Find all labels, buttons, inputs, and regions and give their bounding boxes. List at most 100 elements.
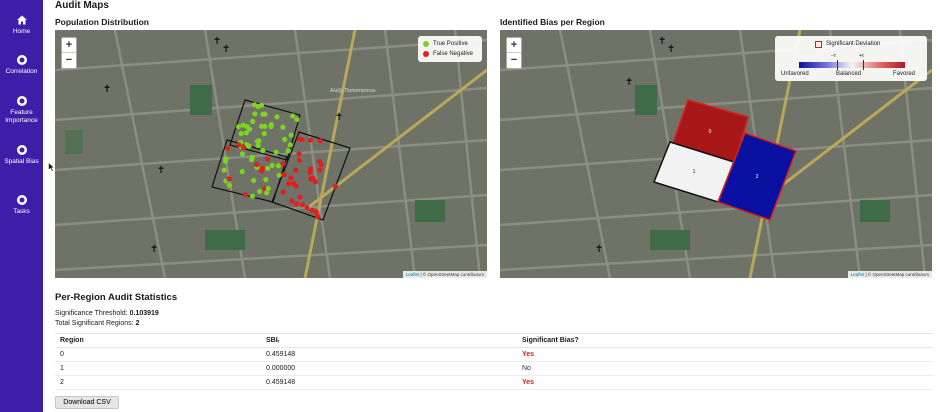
population-point (249, 154, 255, 160)
main-content: Audit Maps Population Distribution ✝ ✝ ✝… (55, 0, 935, 412)
population-point (239, 169, 245, 175)
population-point (241, 144, 247, 151)
population-point (297, 194, 303, 200)
threshold-line: Significance Threshold: 0.103919 (55, 310, 159, 317)
sbi-cell: 0.459148 (261, 347, 517, 362)
threshold-value: 0.103919 (129, 310, 159, 317)
significant-deviation-swatch (815, 41, 822, 48)
sidebar-item-tasks[interactable]: Tasks (0, 194, 43, 216)
correlation-icon (16, 55, 27, 65)
population-point (318, 162, 324, 168)
population-point (263, 177, 269, 183)
population-point (257, 188, 263, 194)
sidebar-item-label: Home (12, 28, 31, 35)
stats-title: Per-Region Audit Statistics (55, 292, 178, 303)
zoom-control: + − (506, 37, 522, 69)
population-point (308, 166, 314, 172)
false-negative-swatch (423, 51, 429, 57)
population-point (296, 136, 303, 142)
download-csv-button[interactable]: Download CSV (55, 396, 119, 409)
bias-color-scale (799, 62, 905, 68)
sidebar-item-label: Feature Importance (5, 109, 38, 124)
sidebar-item-feature-importance[interactable]: Feature Importance (0, 95, 43, 125)
legend-label: True Positive (433, 41, 468, 47)
zoom-in-button[interactable]: + (507, 38, 521, 53)
population-point (280, 189, 286, 195)
favored-label: Favored (893, 71, 916, 77)
zoom-control: + − (61, 37, 77, 69)
leaflet-link[interactable]: Leaflet (851, 272, 865, 277)
mouse-cursor-icon (48, 162, 55, 172)
population-point (250, 118, 256, 124)
sidebar-item-home[interactable]: Home (0, 14, 43, 36)
leaflet-link[interactable]: Leaflet (406, 272, 420, 277)
balanced-label: Balanced (836, 71, 862, 77)
population-point (332, 183, 339, 189)
bias-map-title: Identified Bias per Region (500, 17, 605, 27)
population-point (249, 193, 256, 199)
column-header: SBIᵣ (261, 333, 517, 348)
population-point (317, 167, 323, 173)
population-point (226, 176, 232, 182)
table-row: 1 0.000000 No (55, 361, 933, 376)
map-attribution: Leaflet | © OpenStreetMap contributors (402, 271, 487, 278)
population-point (293, 183, 299, 189)
sidebar-item-label: Correlation (5, 68, 38, 75)
bias-region-label: 0 (709, 129, 712, 135)
total-label: Total Significant Regions: (55, 320, 134, 327)
population-point (222, 158, 228, 164)
population-point (260, 165, 266, 171)
population-point (236, 142, 242, 148)
population-point (265, 165, 271, 171)
population-map[interactable]: ✝ ✝ ✝ ✝ ✝ ✝ Αλέξη Παπαστρατου + − True Positi… (55, 30, 487, 278)
page-title: Audit Maps (55, 0, 109, 11)
minus-tau-tick (837, 60, 838, 70)
plus-tau-label: +τ (859, 53, 864, 59)
population-point (308, 176, 314, 182)
population-map-title: Population Distribution (55, 17, 149, 27)
legend-label: False Negative (433, 51, 474, 57)
map-attribution: Leaflet | © OpenStreetMap contributors (847, 271, 932, 278)
population-point (235, 124, 242, 130)
population-point (260, 111, 266, 117)
zoom-in-button[interactable]: + (62, 38, 76, 53)
population-point (315, 214, 321, 220)
plus-tau-tick (863, 60, 864, 70)
zoom-out-button[interactable]: − (62, 53, 76, 68)
region-cell: 2 (55, 375, 261, 390)
population-point (280, 161, 286, 167)
population-legend: True Positive False Negative (418, 36, 482, 62)
stats-table: Region SBIᵣ Significant Bias? 0 0.459148… (55, 333, 933, 390)
population-point (293, 201, 299, 207)
home-icon (16, 15, 27, 25)
significant-cell: Yes (517, 347, 933, 362)
population-point (273, 149, 279, 155)
sidebar-item-correlation[interactable]: Correlation (0, 54, 43, 76)
bias-region-label: 2 (756, 174, 759, 180)
population-point (286, 181, 292, 187)
population-point (317, 138, 323, 144)
sbi-cell: 0.459148 (261, 375, 517, 390)
column-header: Significant Bias? (517, 333, 933, 348)
population-point (264, 190, 270, 196)
population-point (260, 147, 266, 154)
population-point (269, 162, 275, 169)
significant-deviation-label: Significant Deviation (826, 41, 881, 47)
unfavored-label: Unfavored (781, 71, 809, 77)
sidebar: Home Correlation Feature Importance Spat… (0, 0, 43, 412)
population-point (304, 205, 310, 211)
spatial-bias-icon (16, 145, 27, 155)
bias-region-label: 1 (693, 169, 696, 175)
population-point (259, 123, 265, 129)
population-point (280, 124, 286, 130)
population-point (276, 172, 282, 178)
population-point (225, 145, 231, 151)
population-point (293, 167, 299, 173)
significant-cell: No (517, 361, 933, 376)
sidebar-item-spatial-bias[interactable]: Spatial Bias (0, 144, 43, 166)
minus-tau-label: −τ (831, 53, 836, 59)
bias-map[interactable]: ✝ ✝ ✝ ✝ 0 1 2 + − Significant Deviation −τ … (500, 30, 932, 278)
zoom-out-button[interactable]: − (507, 53, 521, 68)
true-positive-swatch (423, 41, 429, 47)
population-point (254, 138, 261, 144)
